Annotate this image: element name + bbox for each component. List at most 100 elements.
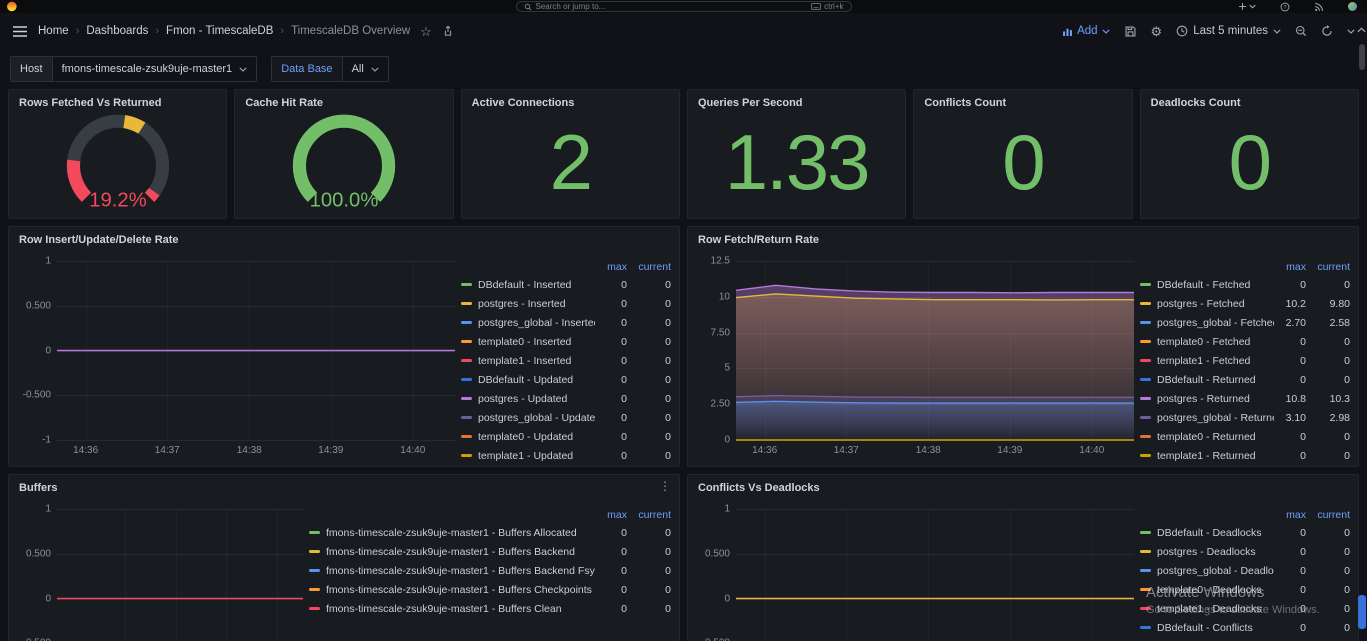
series-marker	[309, 531, 320, 534]
share-button[interactable]	[442, 25, 454, 37]
add-button-label: Add	[1077, 25, 1097, 37]
series-name[interactable]: template1 - Returned	[1157, 450, 1274, 462]
series-name[interactable]: fmons-timescale-zsuk9uje-master1 - Buffe…	[326, 584, 595, 596]
series-name[interactable]: postgres_global - Fetched	[1157, 317, 1274, 329]
series-current: 0	[627, 527, 671, 539]
zoom-out-button[interactable]	[1295, 25, 1307, 37]
series-name[interactable]: postgres_global - Returned	[1157, 412, 1274, 424]
chevron-up-icon[interactable]	[1357, 27, 1366, 33]
scrollbar-thumb[interactable]	[1359, 44, 1365, 70]
scroll-indicator[interactable]	[1358, 595, 1366, 629]
stat-body: 2	[462, 106, 679, 218]
news-button[interactable]	[1314, 2, 1324, 12]
help-button[interactable]: ?	[1280, 2, 1290, 12]
legend: maxcurrent DBdefault - Inserted 0 0 postgres…	[461, 259, 671, 462]
series-name[interactable]: template1 - Deadlocks	[1157, 603, 1274, 615]
series-name[interactable]: fmons-timescale-zsuk9uje-master1 - Buffe…	[326, 565, 595, 577]
series-name[interactable]: template0 - Updated	[478, 431, 595, 443]
series-name[interactable]: template0 - Fetched	[1157, 336, 1274, 348]
clock-icon	[1176, 25, 1188, 37]
y-tick-label: 7.50	[711, 327, 730, 338]
series-name[interactable]: template0 - Deadlocks	[1157, 584, 1274, 596]
series-name[interactable]: postgres - Returned	[1157, 393, 1274, 405]
series-name[interactable]: template1 - Updated	[478, 450, 595, 462]
scrollbar	[1357, 0, 1367, 641]
legend-header: maxcurrent	[1140, 507, 1350, 523]
series-name[interactable]: template1 - Inserted	[478, 355, 595, 367]
series-current: 0	[627, 336, 671, 348]
series-name[interactable]: postgres - Updated	[478, 393, 595, 405]
search-input[interactable]: Search or jump to... ctrl+k	[516, 1, 852, 12]
y-tick-label: 0	[724, 435, 730, 446]
series-name[interactable]: postgres - Deadlocks	[1157, 546, 1274, 558]
favorite-star-button[interactable]: ☆	[420, 25, 432, 38]
series-marker	[1140, 397, 1151, 400]
series-name[interactable]: postgres - Inserted	[478, 298, 595, 310]
series-name[interactable]: fmons-timescale-zsuk9uje-master1 - Buffe…	[326, 527, 595, 539]
menu-toggle-button[interactable]	[12, 25, 28, 38]
panel-rows-fetched-vs-returned: Rows Fetched Vs Returned19.2%	[8, 89, 227, 219]
series-marker	[1140, 435, 1151, 438]
series-name[interactable]: fmons-timescale-zsuk9uje-master1 - Buffe…	[326, 546, 595, 558]
legend-header-current[interactable]: current	[627, 261, 671, 273]
breadcrumb-dashboards[interactable]: Dashboards	[86, 25, 148, 37]
series-current: 0	[627, 546, 671, 558]
breadcrumb-folder[interactable]: Fmon - TimescaleDB	[166, 25, 273, 37]
series-max: 0	[595, 603, 627, 615]
legend-header-max[interactable]: max	[595, 509, 627, 521]
series-marker	[461, 435, 472, 438]
series-name[interactable]: DBdefault - Inserted	[478, 279, 595, 291]
add-button[interactable]: Add	[1062, 25, 1109, 37]
refresh-button[interactable]	[1321, 25, 1333, 37]
user-avatar[interactable]	[1348, 2, 1357, 11]
series-name[interactable]: postgres_global - Deadlocks	[1157, 565, 1274, 577]
legend-header-max[interactable]: max	[595, 261, 627, 273]
series-marker	[461, 397, 472, 400]
breadcrumb-home[interactable]: Home	[38, 25, 69, 37]
gauge-visual: 100.0%	[268, 108, 420, 215]
host-select[interactable]: fmons-timescale-zsuk9uje-master1	[53, 56, 258, 82]
plot-area[interactable]	[57, 261, 455, 440]
legend-item: template1 - Deadlocks00	[1140, 599, 1350, 618]
series-name[interactable]: template0 - Returned	[1157, 431, 1274, 443]
legend-item: postgres - Fetched10.29.80	[1140, 294, 1350, 313]
series-name[interactable]: DBdefault - Fetched	[1157, 279, 1274, 291]
series-name[interactable]: postgres_global - Inserted	[478, 317, 595, 329]
plot-area[interactable]	[736, 509, 1134, 641]
series-name[interactable]: postgres - Fetched	[1157, 298, 1274, 310]
legend-header-max[interactable]: max	[1274, 509, 1306, 521]
save-dashboard-button[interactable]	[1124, 25, 1137, 38]
series-name[interactable]: template1 - Fetched	[1157, 355, 1274, 367]
legend-item: DBdefault - Deadlocks00	[1140, 523, 1350, 542]
top-bar: Search or jump to... ctrl+k ?	[0, 0, 1367, 13]
database-select[interactable]: All	[343, 56, 389, 82]
plot-canvas	[736, 509, 1134, 641]
new-menu-button[interactable]	[1238, 2, 1256, 11]
refresh-interval-button[interactable]	[1347, 29, 1355, 34]
series-current: 0	[1306, 336, 1350, 348]
breadcrumb-separator: ›	[76, 25, 80, 37]
series-name[interactable]: DBdefault - Updated	[478, 374, 595, 386]
time-range-picker[interactable]: Last 5 minutes	[1176, 25, 1281, 37]
plot-area[interactable]	[57, 509, 303, 641]
x-tick-label: 14:36	[752, 445, 777, 456]
legend-header-current[interactable]: current	[1306, 261, 1350, 273]
series-marker	[461, 302, 472, 305]
panel-menu-button[interactable]: ⋮	[659, 479, 671, 493]
x-tick-label: 14:36	[73, 445, 98, 456]
series-current: 0	[627, 279, 671, 291]
legend-item: DBdefault - Returned00	[1140, 370, 1350, 389]
series-name[interactable]: template0 - Inserted	[478, 336, 595, 348]
series-name[interactable]: DBdefault - Conflicts	[1157, 622, 1274, 634]
database-label: Data Base	[271, 56, 342, 82]
plot-area[interactable]	[736, 261, 1134, 440]
series-name[interactable]: DBdefault - Returned	[1157, 374, 1274, 386]
series-name[interactable]: postgres_global - Updated	[478, 412, 595, 424]
legend-header-max[interactable]: max	[1274, 261, 1306, 273]
series-name[interactable]: fmons-timescale-zsuk9uje-master1 - Buffe…	[326, 603, 595, 615]
dashboard-settings-button[interactable]: ⚙	[1151, 25, 1163, 38]
series-name[interactable]: DBdefault - Deadlocks	[1157, 527, 1274, 539]
grafana-logo-icon[interactable]	[6, 1, 18, 13]
legend-header-current[interactable]: current	[1306, 509, 1350, 521]
legend-header-current[interactable]: current	[627, 509, 671, 521]
